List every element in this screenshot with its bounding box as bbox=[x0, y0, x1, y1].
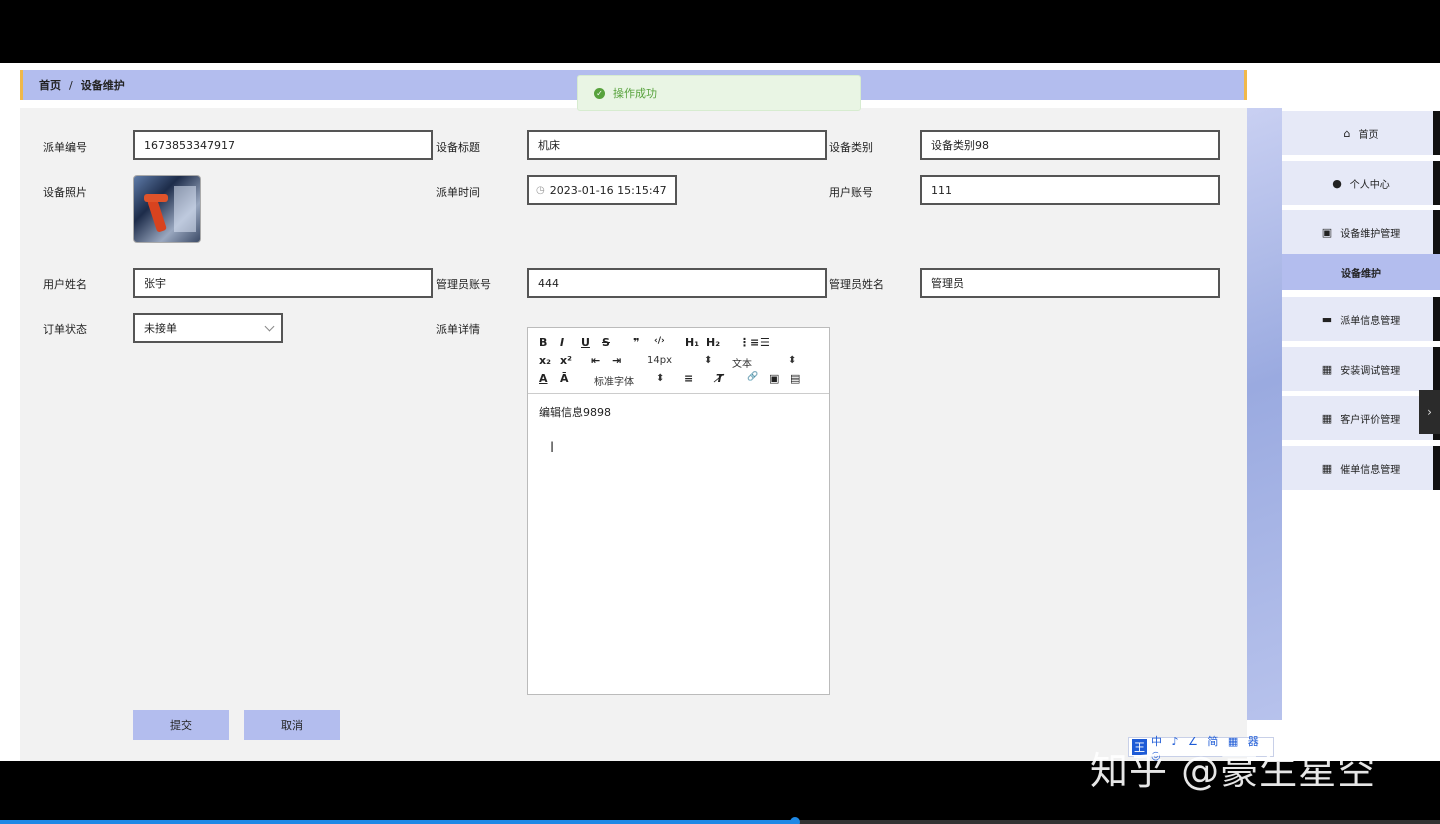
device-category-field[interactable]: 设备类别98 bbox=[920, 130, 1220, 160]
sidebar-item-label: 设备维护管理 bbox=[1340, 228, 1401, 240]
device-photo-label: 设备照片 bbox=[43, 186, 87, 199]
dispatch-time-picker[interactable]: ◷ 2023-01-16 15:15:47 bbox=[527, 175, 677, 205]
user-icon: ● bbox=[1332, 176, 1342, 190]
dispatch-detail-label: 派单详情 bbox=[436, 323, 480, 336]
link-icon[interactable]: 🔗 bbox=[747, 372, 758, 382]
sidebar: ⌂ 首页 ● 个人中心 ▣ 设备维护管理 设备维护 ▬ 派单信息管理 ▦ 安装调… bbox=[1282, 108, 1440, 761]
photo-robot-arm-shape bbox=[146, 197, 168, 233]
bullet-list-icon[interactable]: ☰ bbox=[760, 336, 770, 349]
device-title-label: 设备标题 bbox=[436, 141, 480, 154]
order-status-value: 未接单 bbox=[144, 322, 177, 335]
sidebar-subitem-maintenance[interactable]: 设备维护 bbox=[1282, 254, 1440, 290]
app-screen: 首页 / 设备维护 ✓ 操作成功 派单编号 1673853347917 设备标题… bbox=[0, 63, 1440, 761]
heading2-icon[interactable]: H₂ bbox=[706, 336, 720, 349]
background-color-icon[interactable]: Ā bbox=[560, 372, 569, 385]
ordered-list-icon[interactable]: ⋮≡ bbox=[739, 336, 759, 349]
block-format-select[interactable]: 文本 bbox=[732, 355, 752, 370]
sidebar-item-profile[interactable]: ● 个人中心 bbox=[1282, 161, 1440, 205]
sidebar-item-label: 派单信息管理 bbox=[1340, 315, 1401, 327]
editor-toolbar: B I U S ❞ ‹/› H₁ H₂ ⋮≡ ☰ x₂ x² ⇤ ⇥ 14px … bbox=[528, 328, 829, 394]
image-icon[interactable]: ▣ bbox=[769, 372, 779, 385]
grid-icon: ▦ bbox=[1321, 411, 1333, 425]
editor-content[interactable]: 编辑信息9898 bbox=[539, 404, 611, 420]
order-status-select[interactable]: 未接单 bbox=[133, 313, 283, 343]
toast-message: 操作成功 bbox=[613, 87, 657, 100]
sidebar-item-label: 催单信息管理 bbox=[1340, 464, 1401, 476]
chevron-right-icon[interactable]: › bbox=[1419, 390, 1440, 434]
order-status-label: 订单状态 bbox=[43, 323, 87, 336]
clock-icon: ◷ bbox=[536, 184, 545, 196]
breadcrumb-home[interactable]: 首页 bbox=[39, 77, 61, 93]
strikethrough-icon[interactable]: S bbox=[602, 336, 610, 349]
subscript-icon[interactable]: x₂ bbox=[539, 354, 551, 367]
sidebar-item-maintenance[interactable]: ▣ 设备维护管理 bbox=[1282, 210, 1440, 254]
background-decoration bbox=[1246, 108, 1282, 720]
underline-icon[interactable]: U bbox=[581, 336, 590, 349]
check-circle-icon: ✓ bbox=[594, 87, 605, 99]
admin-name-label: 管理员姓名 bbox=[829, 278, 884, 291]
user-name-field[interactable]: 张宇 bbox=[133, 268, 433, 298]
sidebar-item-reminders[interactable]: ▦ 催单信息管理 bbox=[1282, 446, 1440, 490]
user-name-label: 用户姓名 bbox=[43, 278, 87, 291]
video-progress-played bbox=[0, 820, 795, 824]
code-icon[interactable]: ‹/› bbox=[654, 336, 665, 346]
blockquote-icon[interactable]: ❞ bbox=[633, 336, 639, 349]
font-family-arrows-icon: ⬍ bbox=[656, 373, 665, 384]
text-cursor-icon: I bbox=[550, 440, 555, 456]
form-panel: 派单编号 1673853347917 设备标题 机床 设备类别 设备类别98 设… bbox=[20, 108, 1247, 761]
video-progress-bar[interactable] bbox=[0, 817, 1440, 824]
font-size-arrows-icon: ⬍ bbox=[704, 355, 713, 366]
outdent-icon[interactable]: ⇤ bbox=[591, 354, 600, 367]
dispatch-time-label: 派单时间 bbox=[436, 186, 480, 199]
video-icon[interactable]: ▤ bbox=[790, 372, 800, 385]
italic-icon[interactable]: I bbox=[560, 336, 564, 349]
dispatch-no-label: 派单编号 bbox=[43, 141, 87, 154]
grid-icon: ▦ bbox=[1321, 461, 1333, 475]
font-family-select[interactable]: 标准字体 bbox=[594, 373, 634, 388]
breadcrumb-separator: / bbox=[69, 78, 73, 92]
dispatch-no-field[interactable]: 1673853347917 bbox=[133, 130, 433, 160]
block-format-arrows-icon: ⬍ bbox=[788, 355, 797, 366]
user-account-label: 用户账号 bbox=[829, 186, 873, 199]
success-toast: ✓ 操作成功 bbox=[577, 75, 861, 111]
briefcase-icon: ▬ bbox=[1321, 312, 1333, 326]
photo-window-shape bbox=[174, 186, 196, 232]
photo-robot-head-shape bbox=[144, 194, 168, 202]
sidebar-item-reviews[interactable]: ▦ 客户评价管理 bbox=[1282, 396, 1440, 440]
watermark: 知乎 @豪生星空 bbox=[1090, 749, 1377, 793]
sidebar-item-label: 客户评价管理 bbox=[1340, 414, 1401, 426]
indent-icon[interactable]: ⇥ bbox=[612, 354, 621, 367]
device-photo[interactable] bbox=[133, 175, 201, 243]
clipboard-icon: ▣ bbox=[1321, 225, 1333, 239]
clear-format-icon[interactable]: T̸ bbox=[716, 372, 724, 385]
font-size-select[interactable]: 14px bbox=[647, 355, 672, 366]
video-letterbox-top bbox=[0, 0, 1440, 63]
sidebar-item-label: 安装调试管理 bbox=[1340, 365, 1401, 377]
submit-button[interactable]: 提交 bbox=[133, 710, 229, 740]
admin-account-field[interactable]: 444 bbox=[527, 268, 827, 298]
user-account-field[interactable]: 111 bbox=[920, 175, 1220, 205]
cancel-button[interactable]: 取消 bbox=[244, 710, 340, 740]
device-title-field[interactable]: 机床 bbox=[527, 130, 827, 160]
bold-icon[interactable]: B bbox=[539, 336, 547, 349]
home-icon: ⌂ bbox=[1343, 126, 1351, 140]
font-color-icon[interactable]: A bbox=[539, 372, 548, 385]
sidebar-item-label: 个人中心 bbox=[1349, 179, 1390, 191]
video-progress-knob[interactable] bbox=[790, 817, 800, 824]
admin-account-label: 管理员账号 bbox=[436, 278, 491, 291]
device-category-label: 设备类别 bbox=[829, 141, 873, 154]
sidebar-item-label: 首页 bbox=[1358, 129, 1379, 141]
chevron-down-icon bbox=[264, 321, 275, 332]
rich-text-editor: B I U S ❞ ‹/› H₁ H₂ ⋮≡ ☰ x₂ x² ⇤ ⇥ 14px … bbox=[527, 327, 830, 695]
sidebar-item-home[interactable]: ⌂ 首页 bbox=[1282, 111, 1440, 155]
admin-name-field[interactable]: 管理员 bbox=[920, 268, 1220, 298]
sidebar-item-dispatch[interactable]: ▬ 派单信息管理 bbox=[1282, 297, 1440, 341]
superscript-icon[interactable]: x² bbox=[560, 354, 572, 367]
dispatch-time-value: 2023-01-16 15:15:47 bbox=[549, 183, 667, 197]
breadcrumb-current: 设备维护 bbox=[80, 79, 125, 92]
align-icon[interactable]: ≡ bbox=[684, 372, 693, 385]
heading1-icon[interactable]: H₁ bbox=[685, 336, 699, 349]
grid-icon: ▦ bbox=[1321, 362, 1333, 376]
sidebar-item-installation[interactable]: ▦ 安装调试管理 bbox=[1282, 347, 1440, 391]
